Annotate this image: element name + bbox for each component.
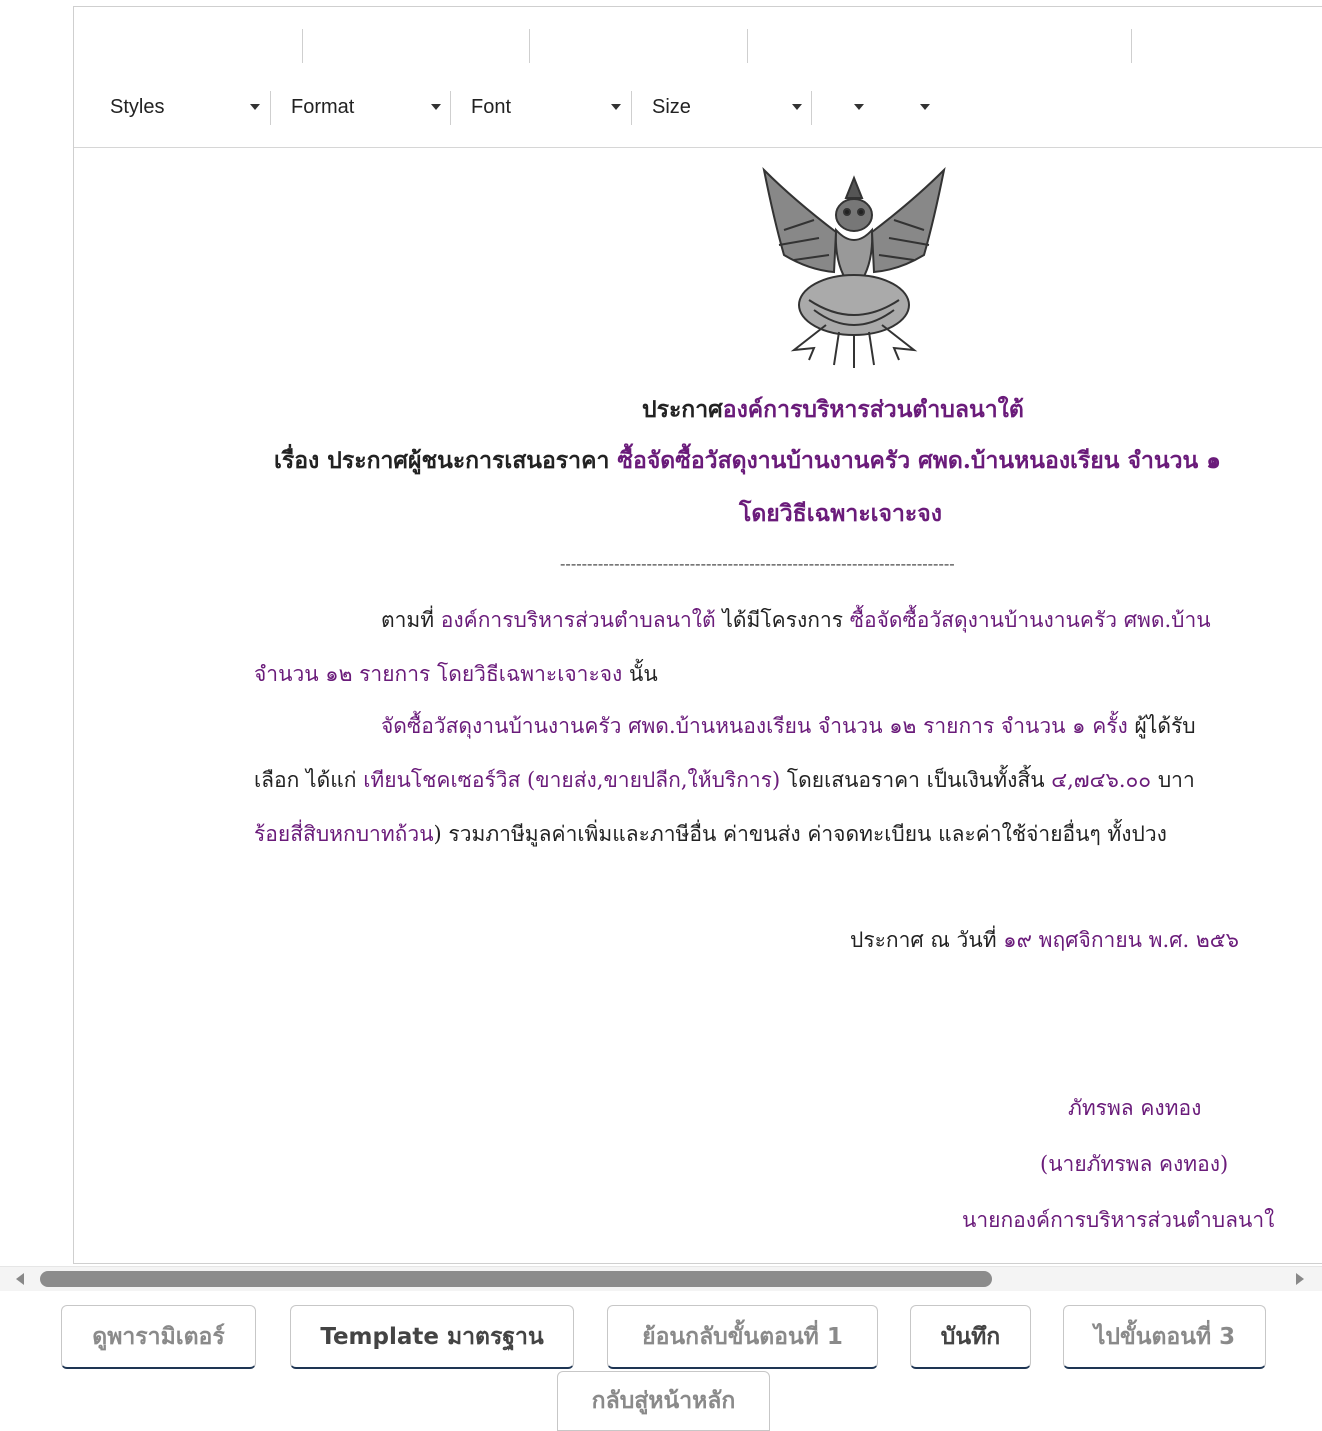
signer-name: (นายภัทรพล คงทอง)	[1040, 1152, 1229, 1176]
paragraph-1: ตามที่ องค์การบริหารส่วนตำบลนาใต้ ได้มีโ…	[381, 604, 1211, 637]
subject-prefix: เรื่อง ประกาศผู้ชนะการเสนอราคา	[274, 447, 618, 474]
back-to-step-1-button[interactable]: ย้อนกลับขั้นตอนที่ 1	[607, 1305, 878, 1369]
p2-end: ผู้ได้รับ	[1127, 714, 1196, 738]
p3-text-a: เลือก ได้แก่	[254, 768, 364, 792]
p1-org: องค์การบริหารส่วนตำบลนาใต้	[440, 608, 716, 632]
subject-method: โดยวิธีเฉพาะเจาะจง	[739, 500, 942, 527]
document-body[interactable]: ประกาศองค์การบริหารส่วนตำบลนาใต้ เรื่อง …	[74, 148, 1322, 1263]
date-value: ๑๙ พฤศจิกายน พ.ศ. ๒๕๖	[1003, 928, 1239, 952]
p1-text-b: ได้มีโครงการ	[715, 608, 850, 632]
scroll-left-icon[interactable]	[16, 1273, 24, 1285]
chevron-down-icon	[611, 104, 621, 110]
garuda-emblem	[762, 166, 946, 368]
font-dropdown-label: Font	[471, 95, 512, 118]
p3-amount: ๔,๗๔๖.๐๐	[1051, 768, 1152, 792]
toolbar-separator	[1131, 29, 1132, 63]
rich-text-editor: Styles Format Font Size ประกาศองค์การบริ…	[73, 6, 1322, 1264]
horizontal-scrollbar[interactable]	[0, 1266, 1322, 1291]
date-prefix: ประกาศ ณ วันที่	[850, 928, 1004, 952]
p1-text-a: ตามที่	[381, 608, 441, 632]
toolbar-separator	[450, 91, 451, 125]
signature: ภัทรพล คงทอง	[1068, 1096, 1202, 1120]
editor-toolbar: Styles Format Font Size	[74, 7, 1322, 148]
p3-text-b: โดยเสนอราคา เป็นเงินทั้งสิ้น	[780, 768, 1052, 792]
p1-item: ซื้อจัดซื้อวัสดุงานบ้านงานครัว ศพด.บ้าน	[849, 608, 1211, 632]
p3-text-c: บาา	[1151, 768, 1195, 792]
toolbar-separator	[811, 91, 812, 125]
p4-amount-text: ร้อยสี่สิบหกบาทถ้วน	[254, 822, 434, 846]
toolbar-separator	[270, 91, 271, 125]
view-parameters-button[interactable]: ดูพารามิเตอร์	[61, 1305, 256, 1369]
paragraph-1-line-2: จำนวน ๑๒ รายการ โดยวิธีเฉพาะเจาะจง นั้น	[254, 658, 658, 691]
format-dropdown[interactable]: Format	[291, 89, 441, 125]
standard-template-button[interactable]: Template มาตรฐาน	[290, 1305, 574, 1369]
size-dropdown-label: Size	[652, 95, 691, 118]
divider-line: ----------------------------------------…	[560, 554, 955, 573]
size-dropdown[interactable]: Size	[652, 89, 802, 125]
format-dropdown-label: Format	[291, 95, 355, 118]
styles-dropdown[interactable]: Styles	[110, 89, 260, 125]
title-prefix: ประกาศ	[642, 396, 723, 423]
p2-item: จัดซื้อวัสดุงานบ้านงานครัว ศพด.บ้านหนองเ…	[381, 714, 1128, 738]
scrollbar-thumb[interactable]	[40, 1271, 992, 1287]
toolbar-separator	[631, 91, 632, 125]
paragraph-4: ร้อยสี่สิบหกบาทถ้วน) รวมภาษีมูลค่าเพิ่มแ…	[254, 818, 1167, 851]
chevron-down-icon	[920, 104, 930, 110]
chevron-down-icon	[431, 104, 441, 110]
next-to-step-3-button[interactable]: ไปขั้นตอนที่ 3	[1063, 1305, 1266, 1369]
p4-rest: ) รวมภาษีมูลค่าเพิ่มและภาษีอื่น ค่าขนส่ง…	[433, 822, 1167, 846]
paragraph-3: เลือก ได้แก่ เทียนโชคเซอร์วิส (ขายส่ง,ขา…	[254, 764, 1195, 797]
paragraph-2: จัดซื้อวัสดุงานบ้านงานครัว ศพด.บ้านหนองเ…	[381, 710, 1196, 743]
chevron-down-icon	[854, 104, 864, 110]
document-subject: เรื่อง ประกาศผู้ชนะการเสนอราคา ซื้อจัดซื…	[274, 443, 1221, 479]
p1-line2-end: นั้น	[622, 662, 658, 686]
background-color-dropdown[interactable]	[920, 89, 940, 125]
back-to-home-button[interactable]: กลับสู่หน้าหลัก	[557, 1371, 770, 1431]
toolbar-separator	[302, 29, 303, 63]
scroll-right-icon[interactable]	[1296, 1273, 1304, 1285]
toolbar-separator	[747, 29, 748, 63]
p1-line2-item: จำนวน ๑๒ รายการ โดยวิธีเฉพาะเจาะจง	[254, 662, 623, 686]
announcement-date: ประกาศ ณ วันที่ ๑๙ พฤศจิกายน พ.ศ. ๒๕๖	[850, 924, 1239, 957]
document-title: ประกาศองค์การบริหารส่วนตำบลนาใต้	[642, 392, 1024, 428]
signer-position: นายกองค์การบริหารส่วนตำบลนาใ	[962, 1208, 1275, 1232]
subject-item: ซื้อจัดซื้อวัสดุงานบ้านงานครัว ศพด.บ้านห…	[617, 447, 1221, 474]
p3-vendor: เทียนโชคเซอร์วิส (ขายส่ง,ขายปลีก,ให้บริก…	[363, 768, 781, 792]
chevron-down-icon	[250, 104, 260, 110]
toolbar-separator	[529, 29, 530, 63]
text-color-dropdown[interactable]	[854, 89, 874, 125]
title-org: องค์การบริหารส่วนตำบลนาใต้	[722, 396, 1024, 423]
chevron-down-icon	[792, 104, 802, 110]
font-dropdown[interactable]: Font	[471, 89, 621, 125]
save-button[interactable]: บันทึก	[910, 1305, 1031, 1369]
styles-dropdown-label: Styles	[110, 95, 165, 118]
